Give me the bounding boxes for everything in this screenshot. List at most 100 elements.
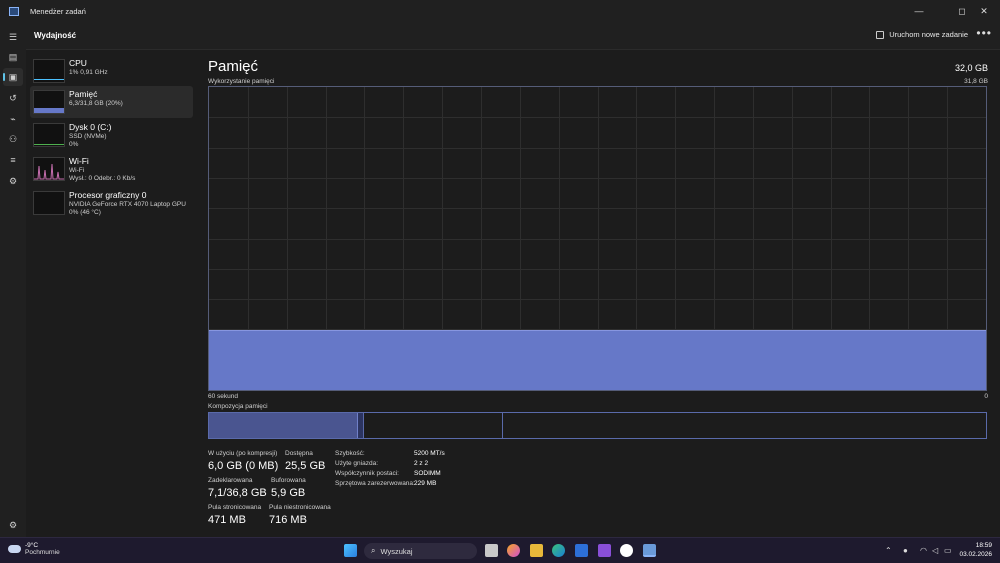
edge-icon[interactable] [552, 544, 565, 557]
nav-processes-icon[interactable]: ▤ [3, 48, 23, 66]
nav-startup-apps-icon[interactable]: ⌁ [3, 110, 23, 128]
resource-item-memory[interactable]: Pamięć 6,3/31,8 GB (20%) [30, 86, 193, 118]
tray-overflow-icon[interactable]: ⌃ [885, 546, 892, 555]
cloud-icon [8, 545, 21, 553]
details-glyph: ≡ [10, 155, 16, 165]
prop-key: Sprzętowa zarezerwowana: [335, 480, 415, 487]
weather-widget[interactable]: -9°C Pochmurnie [8, 542, 60, 556]
search-icon: ⌕ [371, 546, 376, 555]
stat-label: Dostępna [285, 450, 313, 457]
copilot-icon[interactable] [507, 544, 520, 557]
more-options-button[interactable]: ••• [976, 26, 992, 40]
startup-apps-glyph: ⌁ [10, 113, 16, 124]
resource-name: Wi-Fi [69, 156, 89, 166]
app-history-glyph: ↺ [9, 92, 17, 103]
run-new-task-button[interactable]: Uruchom nowe zadanie [876, 30, 968, 39]
resource-detail: Wi-Fi [69, 167, 85, 174]
resource-name: Dysk 0 (C:) [69, 122, 112, 132]
close-button[interactable]: ✕ [968, 0, 1000, 22]
photos-icon[interactable] [598, 544, 611, 557]
hamburger-glyph: ☰ [8, 31, 18, 42]
task-manager-app-icon [9, 6, 19, 16]
memory-composition-bar[interactable] [208, 412, 987, 439]
prop-value: 5200 MT/s [414, 450, 445, 457]
graph-gridline [209, 268, 986, 270]
graph-axis-left: 60 sekund [208, 393, 238, 400]
task-manager-taskbar-icon[interactable] [643, 544, 656, 557]
minimize-button[interactable]: — [903, 0, 935, 22]
clock-time: 18:59 [975, 542, 992, 549]
start-icon[interactable] [344, 544, 357, 557]
resource-name: Procesor graficzny 0 [69, 190, 147, 200]
taskbar: -9°C Pochmurnie ⌕ Wyszukaj ⌃ ● ◠ ◁ ▭ 18:… [0, 537, 1000, 563]
stat-label: Zadeklarowana [208, 477, 253, 484]
nav-services-icon[interactable]: ⚙ [3, 172, 23, 190]
gpu-thumbnail-graph [33, 191, 65, 215]
stat-label: W użyciu (po kompresji) [208, 450, 278, 457]
memory-panel: Pamięć 32,0 GB Wykorzystanie pamięci 31,… [198, 50, 1000, 537]
nav-performance-icon[interactable]: ▣ [3, 68, 23, 86]
resource-item-gpu[interactable]: Procesor graficzny 0 NVIDIA GeForce RTX … [30, 187, 193, 219]
processes-glyph: ▤ [8, 51, 18, 62]
page-header: Wydajność Uruchom nowe zadanie ••• [26, 22, 1000, 50]
resource-item-cpu[interactable]: CPU 1% 0,91 GHz [30, 55, 193, 87]
nav-details-icon[interactable]: ≡ [3, 151, 23, 169]
tray-app-icon[interactable]: ● [903, 546, 908, 555]
stat-cached: Buforowana 5,9 GB [271, 477, 306, 499]
stat-paged-pool: Pula stronicowana 471 MB [208, 504, 261, 526]
task-view-icon[interactable] [485, 544, 498, 557]
composition-label: Kompozycja pamięci [208, 403, 268, 410]
resource-item-wifi[interactable]: Wi-Fi Wi-Fi Wysł.: 0 Odebr.: 0 Kb/s [30, 153, 193, 185]
resource-detail-2: Wysł.: 0 Odebr.: 0 Kb/s [69, 175, 136, 182]
chart-label: Wykorzystanie pamięci [208, 78, 275, 85]
wifi-thumbnail-graph [33, 157, 65, 181]
hamburger-icon[interactable]: ☰ [3, 28, 23, 46]
window-title: Menedżer zadań [30, 6, 86, 16]
weather-temp: -9°C [25, 542, 39, 549]
prop-key: Szybkość: [335, 450, 365, 457]
memory-thumbnail-graph [33, 90, 65, 114]
resource-detail-2: 0% [69, 141, 79, 148]
composition-standby [362, 413, 503, 438]
stat-label: Buforowana [271, 477, 306, 484]
memory-usage-graph [208, 86, 987, 391]
prop-value: SODIMM [414, 470, 441, 477]
resource-detail: NVIDIA GeForce RTX 4070 Laptop GPU [69, 201, 186, 208]
volume-icon[interactable]: ◁ [932, 546, 938, 555]
settings-icon[interactable]: ⚙ [3, 516, 23, 534]
graph-axis-right: 0 [984, 393, 988, 400]
wifi-icon[interactable]: ◠ [920, 546, 927, 555]
resource-name: Pamięć [69, 89, 98, 99]
prop-key: Użyte gniazda: [335, 460, 378, 467]
clock-date: 03.02.2026 [959, 551, 992, 558]
services-glyph: ⚙ [8, 175, 18, 186]
resource-item-disk[interactable]: Dysk 0 (C:) SSD (NVMe) 0% [30, 119, 193, 151]
clock[interactable]: 18:59 03.02.2026 [959, 542, 992, 558]
resource-detail: 1% 0,91 GHz [69, 69, 108, 76]
prop-key: Współczynnik postaci: [335, 470, 399, 477]
battery-icon[interactable]: ▭ [944, 546, 952, 555]
file-explorer-icon[interactable] [530, 544, 543, 557]
prop-value: 229 MB [414, 480, 437, 487]
taskbar-search[interactable]: ⌕ Wyszukaj [364, 543, 477, 559]
store-icon[interactable] [575, 544, 588, 557]
panel-title: Pamięć [208, 58, 259, 75]
chart-max: 31,8 GB [964, 78, 988, 85]
page-title: Wydajność [34, 31, 77, 40]
stat-value: 25,5 GB [285, 460, 326, 472]
resource-detail: 6,3/31,8 GB (20%) [69, 100, 123, 107]
stat-value: 7,1/36,8 GB [208, 487, 267, 499]
graph-gridline [209, 177, 986, 179]
composition-in-use [209, 413, 357, 438]
graph-gridline [209, 208, 986, 210]
memory-usage-fill [209, 330, 986, 390]
xbox-icon[interactable] [620, 544, 633, 557]
nav-app-history-icon[interactable]: ↺ [3, 89, 23, 107]
stat-committed: Zadeklarowana 7,1/36,8 GB [208, 477, 267, 499]
stat-in-use: W użyciu (po kompresji) 6,0 GB (0 MB) [208, 450, 278, 472]
cpu-thumbnail-graph [33, 59, 65, 83]
stat-label: Pula stronicowana [208, 504, 262, 511]
nav-users-icon[interactable]: ⚇ [3, 130, 23, 148]
resource-detail: SSD (NVMe) [69, 133, 107, 140]
stat-value: 5,9 GB [271, 487, 306, 499]
